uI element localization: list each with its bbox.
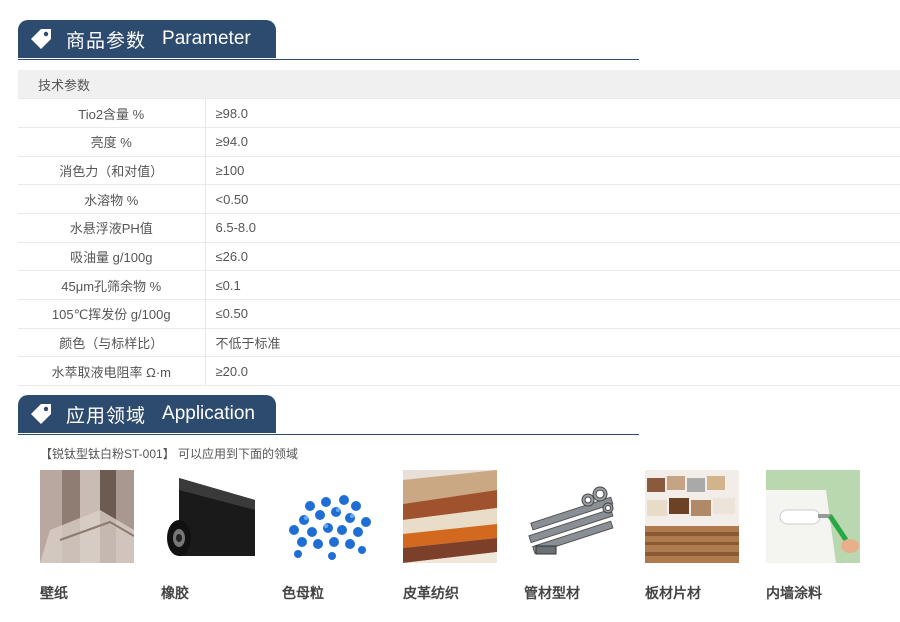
table-row: 消色力（和对值） ≥100 <box>18 156 900 186</box>
param-name: 颜色（与标样比） <box>18 328 206 358</box>
param-value: <0.50 <box>205 184 900 214</box>
param-value: 6.5-8.0 <box>205 213 900 243</box>
table-row: 颜色（与标样比） 不低于标准 <box>18 328 900 358</box>
param-value: ≥20.0 <box>205 356 900 387</box>
application-label: 壁纸 <box>40 585 68 601</box>
table-row: 水溶物 % <0.50 <box>18 184 900 214</box>
application-title-en: Application <box>162 403 255 424</box>
param-name: 消色力（和对值） <box>18 156 206 186</box>
application-section-header: 应用领域 Application <box>18 395 639 435</box>
table-row: 水悬浮液PH值 6.5-8.0 <box>18 213 900 243</box>
application-item: 橡胶 <box>161 470 255 601</box>
application-label: 管材型材 <box>524 585 580 601</box>
table-row: 45μm孔筛余物 % ≤0.1 <box>18 270 900 300</box>
application-item: 壁纸 <box>40 470 135 601</box>
application-intro: 【锐钛型钛白粉ST-001】 可以应用到下面的领域 <box>40 447 299 461</box>
wallpaper-rolls-image <box>40 470 135 563</box>
application-label: 橡胶 <box>161 585 189 601</box>
application-item: 皮革纺织 <box>403 470 497 601</box>
param-name: 水悬浮液PH值 <box>18 213 206 243</box>
leather-textile-image <box>403 470 497 563</box>
table-header: 技术参数 <box>18 70 900 100</box>
parameter-tab: 商品参数 Parameter <box>18 20 276 58</box>
param-name: 亮度 % <box>18 127 206 157</box>
table-header-row: 技术参数 <box>18 70 900 100</box>
param-value: ≤0.1 <box>205 270 900 300</box>
table-row: 亮度 % ≥94.0 <box>18 127 900 157</box>
application-label: 内墙涂料 <box>766 585 822 601</box>
price-tag-icon <box>31 29 51 49</box>
application-label: 板材片材 <box>645 585 701 601</box>
application-item: 管材型材 <box>524 470 618 601</box>
param-value: ≥100 <box>205 156 900 186</box>
table-row: 吸油量 g/100g ≤26.0 <box>18 242 900 272</box>
application-label: 色母粒 <box>282 585 324 601</box>
param-value: ≥94.0 <box>205 127 900 157</box>
param-name: 45μm孔筛余物 % <box>18 270 206 300</box>
table-row: 105℃挥发份 g/100g ≤0.50 <box>18 299 900 329</box>
parameter-title-en: Parameter <box>162 28 251 49</box>
param-name: 吸油量 g/100g <box>18 242 206 272</box>
rubber-sheet-image <box>161 470 255 563</box>
table-row: 水萃取液电阻率 Ω·m ≥20.0 <box>18 356 900 387</box>
application-item: 板材片材 <box>645 470 739 601</box>
param-name: 水萃取液电阻率 Ω·m <box>18 356 206 387</box>
param-value: ≥98.0 <box>205 98 900 128</box>
table-row: Tio2含量 % ≥98.0 <box>18 98 900 128</box>
price-tag-icon <box>31 404 51 424</box>
parameter-title-zh: 商品参数 <box>66 30 147 52</box>
param-name: Tio2含量 % <box>18 98 206 128</box>
parameter-table: 技术参数 Tio2含量 % ≥98.0 亮度 % ≥94.0 消色力（和对值） ≥10… <box>18 70 900 387</box>
pipes-profiles-image <box>524 470 618 563</box>
application-item: 内墙涂料 <box>766 470 860 601</box>
application-title-zh: 应用领域 <box>66 405 147 427</box>
param-value: ≤26.0 <box>205 242 900 272</box>
param-value: 不低于标准 <box>205 328 900 358</box>
application-item: 色母粒 <box>282 470 376 601</box>
param-name: 水溶物 % <box>18 184 206 214</box>
param-name: 105℃挥发份 g/100g <box>18 299 206 329</box>
application-tab: 应用领域 Application <box>18 395 276 433</box>
board-sheets-image <box>645 470 739 563</box>
application-label: 皮革纺织 <box>403 585 459 601</box>
parameter-section-header: 商品参数 Parameter <box>18 20 639 60</box>
application-gallery: 壁纸 橡胶 色母粒 皮革纺织 管材型材 板材片材 内墙涂料 <box>40 470 900 610</box>
masterbatch-pellets-image <box>282 470 376 563</box>
param-value: ≤0.50 <box>205 299 900 329</box>
interior-paint-image <box>766 470 860 563</box>
